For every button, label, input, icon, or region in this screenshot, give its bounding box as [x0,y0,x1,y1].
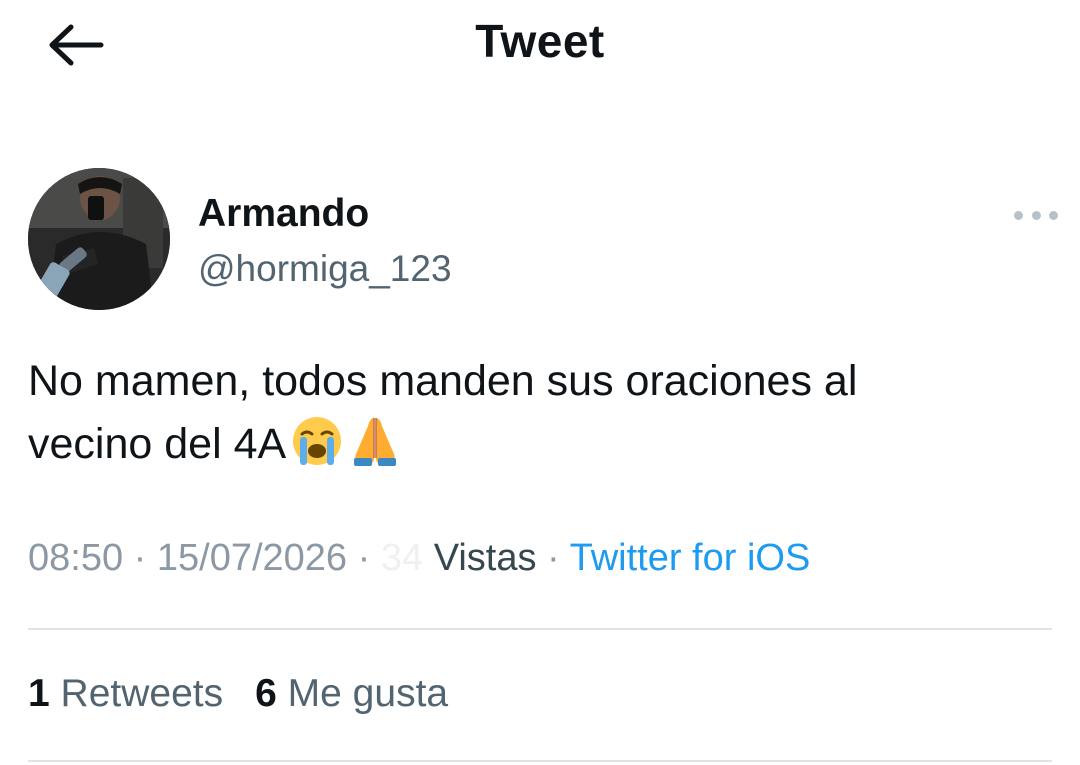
views-label: Vistas [433,537,537,579]
meta-separator: · [357,537,371,579]
more-options-button[interactable] [1014,200,1058,230]
divider [28,760,1052,762]
views-count: 34 [380,537,424,579]
tweet-line: No mamen, todos manden sus oraciones al [28,357,858,405]
more-horizontal-icon-dot [1049,210,1058,220]
likes-label: Me gusta [287,672,449,715]
source-link[interactable]: Twitter for iOS [570,537,811,579]
likes-stat[interactable]: 6 Me gusta [255,672,448,716]
loudly-crying-face-icon [293,416,342,465]
page-title: Tweet [475,15,605,67]
more-horizontal-icon-dot [1031,210,1041,220]
divider [28,628,1052,630]
folded-hands-icon [354,417,397,466]
tweet-body: No mamen, todos manden sus oraciones al … [28,350,1038,476]
display-name[interactable]: Armando [198,192,369,236]
likes-count: 6 [255,672,277,715]
more-horizontal-icon [1014,210,1023,220]
retweets-stat[interactable]: 1 Retweets [28,672,223,716]
tweet-line-with-emoji: vecino del 4A [28,413,1038,476]
author-row: Armando @hormiga_123 [28,168,1058,312]
retweets-label: Retweets [60,672,224,715]
user-handle[interactable]: @hormiga_123 [198,248,452,290]
retweets-count: 1 [28,672,50,715]
meta-separator: · [547,537,560,579]
tweet-line: vecino del 4A [28,420,287,468]
avatar-photo [28,168,170,310]
meta-separator: · [133,537,147,579]
tweet-time[interactable]: 08:50 [28,537,123,579]
tweet-date[interactable]: 15/07/2026 [157,537,347,579]
avatar[interactable] [28,168,170,310]
tweet-meta: 08:50 · 15/07/2026 · 34 Vistas · Twitter… [28,537,810,580]
engagement-stats: 1 Retweets 6 Me gusta [28,672,480,716]
top-bar: Tweet [0,0,1080,90]
